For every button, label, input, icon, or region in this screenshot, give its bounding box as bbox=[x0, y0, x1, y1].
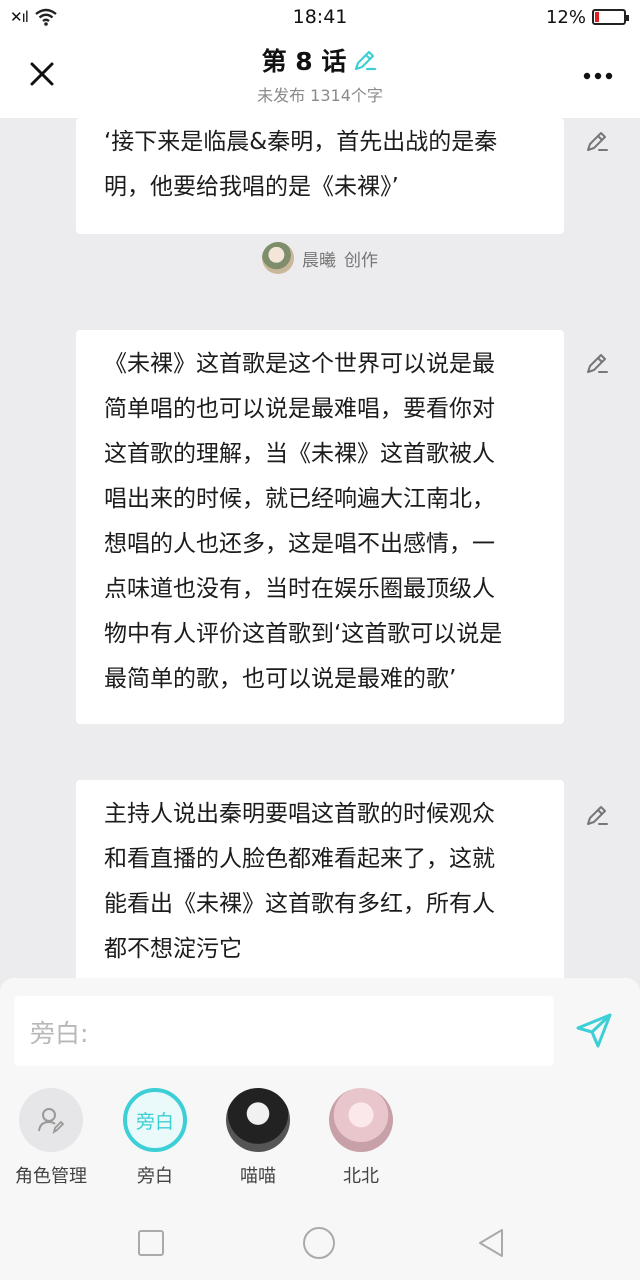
signal-icon: ✕ıl bbox=[10, 8, 29, 26]
role-label: 旁白 bbox=[137, 1166, 173, 1187]
card-line: 物中有人评价这首歌到‘这首歌可以说是 bbox=[104, 621, 503, 647]
card-line: 能看出《未裸》这首歌有多红，所有人 bbox=[104, 891, 495, 917]
chapter-title: 第 8 话 bbox=[261, 47, 347, 76]
status-left: ✕ıl bbox=[10, 8, 58, 26]
edit-card-icon[interactable] bbox=[584, 350, 610, 376]
card-line: 点味道也没有，当时在娱乐圈最顶级人 bbox=[104, 576, 495, 602]
battery-icon bbox=[592, 9, 629, 25]
card-line: 主持人说出秦明要唱这首歌的时候观众 bbox=[104, 801, 495, 827]
card-line: 《未裸》这首歌是这个世界可以说是最 bbox=[104, 351, 495, 377]
card-line: 最简单的歌，也可以说是最难的歌’ bbox=[104, 666, 457, 692]
chapter-subtitle: 未发布 1314个字 bbox=[257, 86, 383, 105]
title-row: 第 8 话 bbox=[262, 42, 379, 78]
title-block: 第 8 话 未发布 1314个字 bbox=[0, 42, 640, 106]
card-line: 这首歌的理解，当《未裸》这首歌被人 bbox=[104, 441, 495, 467]
content-card[interactable]: 《未裸》这首歌是这个世界可以说是最 简单唱的也可以说是最难唱，要看你对 这首歌的… bbox=[76, 330, 564, 724]
role-label: 喵喵 bbox=[240, 1166, 276, 1187]
user-edit-icon bbox=[38, 1108, 65, 1135]
card-line: 和看直播的人脸色都难看起来了，这就 bbox=[104, 846, 495, 872]
system-nav-bar bbox=[0, 1204, 640, 1280]
author-action: 创作 bbox=[344, 250, 378, 271]
status-bar: ✕ıl 18:41 12% bbox=[0, 0, 640, 34]
content-card[interactable]: ‘接下来是临晨&秦明，首先出战的是秦 明，他要给我唱的是《未裸》’ bbox=[76, 118, 564, 234]
composer-panel: 旁白: 角色管理 旁白 旁白 喵喵 北北 bbox=[0, 978, 640, 1204]
more-button[interactable] bbox=[578, 56, 618, 92]
triangle-back-icon[interactable] bbox=[474, 1226, 508, 1260]
card-line: 简单唱的也可以说是最难唱，要看你对 bbox=[104, 396, 495, 422]
circle-icon[interactable] bbox=[302, 1226, 336, 1260]
card-line: 想唱的人也还多，这是唱不出感情，一 bbox=[104, 531, 495, 557]
role-beibei-button[interactable]: 北北 bbox=[316, 1088, 406, 1188]
role-manage-circle bbox=[19, 1088, 83, 1152]
edit-card-icon[interactable] bbox=[584, 128, 610, 154]
role-miaomiao-avatar bbox=[226, 1088, 290, 1152]
content-card[interactable]: 主持人说出秦明要唱这首歌的时候观众 和看直播的人脸色都难看起来了，这就 能看出《… bbox=[76, 780, 564, 1000]
author-name: 晨曦 bbox=[302, 250, 336, 271]
role-label: 角色管理 bbox=[15, 1166, 87, 1187]
card-line: 明，他要给我唱的是《未裸》’ bbox=[104, 174, 399, 200]
role-narration-button[interactable]: 旁白 旁白 bbox=[110, 1088, 200, 1188]
send-icon[interactable] bbox=[574, 1010, 614, 1050]
author-avatar bbox=[262, 242, 294, 274]
author-row[interactable]: 晨曦 创作 bbox=[0, 242, 640, 274]
more-icon bbox=[583, 72, 613, 80]
narration-input[interactable]: 旁白: bbox=[14, 996, 554, 1066]
card-line: 都不想淀污它 bbox=[104, 936, 242, 962]
battery-fill bbox=[595, 12, 599, 22]
status-time: 18:41 bbox=[292, 6, 348, 28]
role-miaomiao-button[interactable]: 喵喵 bbox=[213, 1088, 303, 1188]
card-line: 唱出来的时候，就已经响遍大江南北， bbox=[104, 486, 495, 512]
square-icon[interactable] bbox=[134, 1226, 168, 1260]
edit-card-icon[interactable] bbox=[584, 802, 610, 828]
role-label: 北北 bbox=[343, 1166, 379, 1187]
pencil-edit-icon[interactable] bbox=[352, 47, 378, 73]
chapter-header: 第 8 话 未发布 1314个字 bbox=[0, 34, 640, 118]
role-manage-button[interactable]: 角色管理 bbox=[6, 1088, 96, 1188]
status-right: 12% bbox=[545, 6, 629, 28]
battery-percent: 12% bbox=[545, 6, 586, 28]
card-line: ‘接下来是临晨&秦明，首先出战的是秦 bbox=[104, 129, 498, 155]
role-beibei-avatar bbox=[329, 1088, 393, 1152]
role-narration-circle: 旁白 bbox=[123, 1088, 187, 1152]
wifi-icon bbox=[35, 8, 57, 26]
